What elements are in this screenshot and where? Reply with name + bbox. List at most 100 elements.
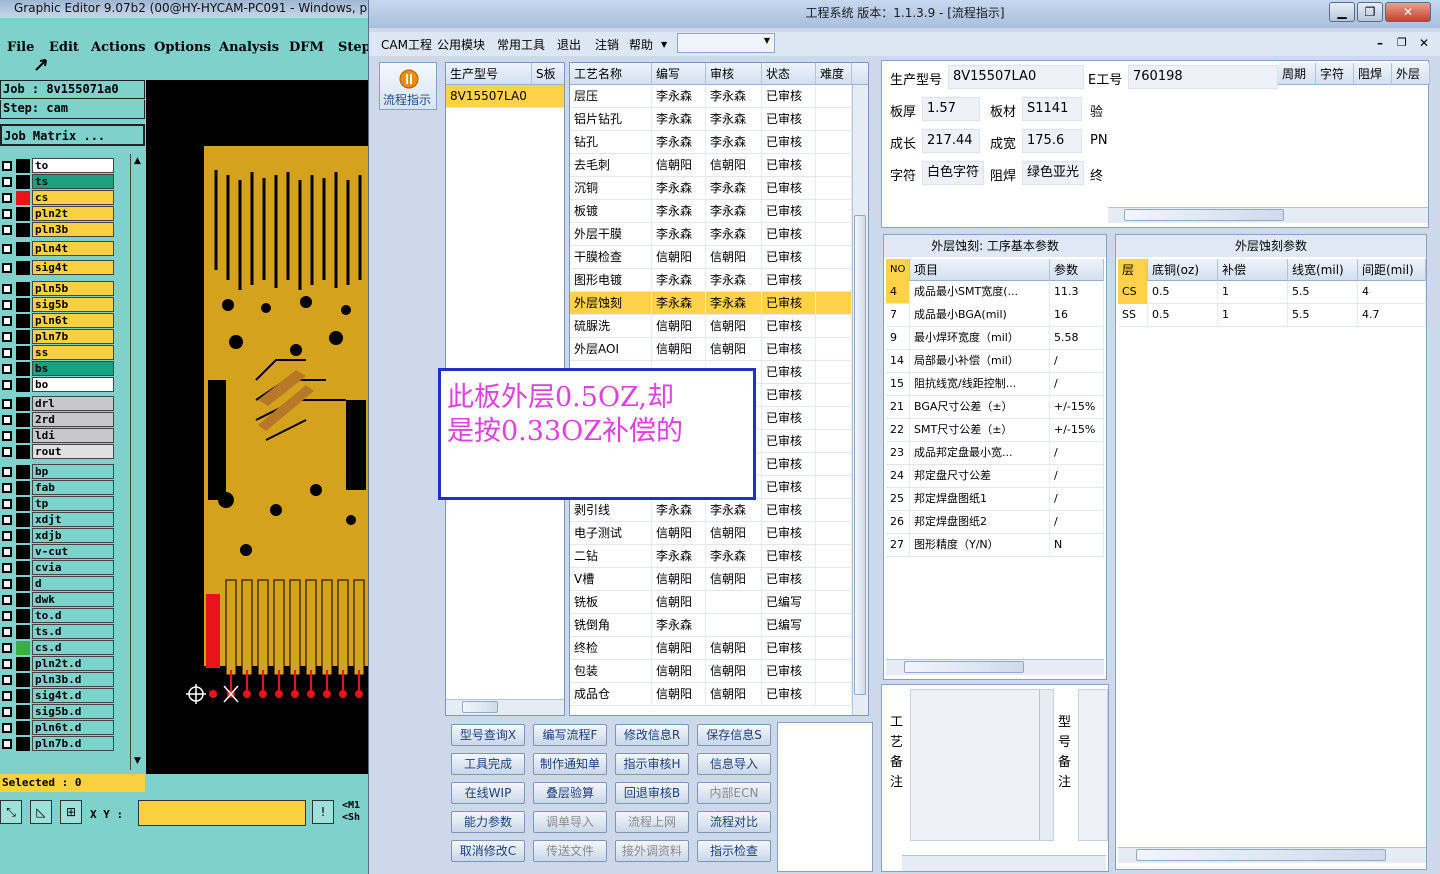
layer-color-swatch[interactable] xyxy=(16,609,30,623)
layer-name[interactable]: to xyxy=(32,158,114,173)
line-width-header[interactable]: 线宽(mil) xyxy=(1288,259,1358,281)
writer-header[interactable]: 编写 xyxy=(652,63,706,85)
layer-name[interactable]: dwk xyxy=(32,592,114,607)
table-row[interactable]: CS 0.5 1 5.5 4 xyxy=(1118,281,1426,304)
layer-row[interactable]: pln6t xyxy=(0,313,145,329)
layer-color-swatch[interactable] xyxy=(16,346,30,360)
table-row[interactable]: 板镀 李永森 李永森 已审核 xyxy=(570,200,852,223)
layer-color-swatch[interactable] xyxy=(16,513,30,527)
menu-tools[interactable]: 常用工具 xyxy=(497,36,545,53)
table-row[interactable]: 23 成品邦定盘最小宽... / xyxy=(886,442,1104,465)
layer-name[interactable]: fab xyxy=(32,480,114,495)
table-row[interactable]: 终检 信朝阳 信朝阳 已审核 xyxy=(570,637,852,660)
scroll-thumb[interactable] xyxy=(1124,209,1284,221)
table-row[interactable]: 去毛刺 信朝阳 信朝阳 已审核 xyxy=(570,154,852,177)
action-button[interactable]: 修改信息R xyxy=(615,724,689,746)
char-header[interactable]: 字符 xyxy=(1316,63,1354,85)
layer-row[interactable]: pln6t.d xyxy=(0,720,145,736)
scroll-thumb[interactable] xyxy=(904,661,1024,673)
menu-file[interactable]: File xyxy=(7,40,34,55)
layer-color-swatch[interactable] xyxy=(16,705,30,719)
layer-checkbox[interactable] xyxy=(2,627,12,637)
thickness-value[interactable]: 1.57 xyxy=(922,97,980,121)
action-button[interactable]: 指示检查 xyxy=(697,840,771,862)
no-header[interactable]: NO xyxy=(886,259,910,281)
layer-checkbox[interactable] xyxy=(2,659,12,669)
scroll-down-icon[interactable]: ▼ xyxy=(134,756,141,766)
mdi-minimize-icon[interactable]: – xyxy=(1377,36,1383,50)
action-button[interactable]: 传送文件 xyxy=(533,840,607,862)
scroll-thumb[interactable] xyxy=(1136,849,1386,861)
layer-row[interactable]: bs xyxy=(0,361,145,377)
layer-row[interactable]: to xyxy=(0,158,145,174)
layer-color-swatch[interactable] xyxy=(16,282,30,296)
layer-row[interactable]: ss xyxy=(0,345,145,361)
layer-checkbox[interactable] xyxy=(2,380,12,390)
layer-color-swatch[interactable] xyxy=(16,223,30,237)
layer-color-swatch[interactable] xyxy=(16,397,30,411)
layer-color-swatch[interactable] xyxy=(16,497,30,511)
layer-row[interactable]: ts.d xyxy=(0,624,145,640)
layer-row[interactable]: pln3b xyxy=(0,222,145,238)
table-row[interactable]: 7 成品最小BGA(mil) 16 xyxy=(886,304,1104,327)
table-row[interactable]: 铝片钻孔 李永森 李永森 已审核 xyxy=(570,108,852,131)
layer-row[interactable]: to.d xyxy=(0,608,145,624)
menu-combo[interactable]: ▼ xyxy=(677,33,775,53)
layer-name[interactable]: pln6t.d xyxy=(32,720,114,735)
layer-row[interactable]: tp xyxy=(0,496,145,512)
layer-checkbox[interactable] xyxy=(2,364,12,374)
layer-color-swatch[interactable] xyxy=(16,465,30,479)
layer-checkbox[interactable] xyxy=(2,707,12,717)
table-row[interactable]: 铣倒角 李永森 已编写 xyxy=(570,614,852,637)
minimize-icon[interactable]: ▁ xyxy=(1329,2,1355,22)
layer-checkbox[interactable] xyxy=(2,579,12,589)
layer-name[interactable]: drl xyxy=(32,396,114,411)
item-header[interactable]: 项目 xyxy=(910,259,1050,281)
layer-checkbox[interactable] xyxy=(2,225,12,235)
width-value[interactable]: 175.6 xyxy=(1022,129,1082,153)
table-row[interactable]: 外层蚀刻 李永森 李永森 已审核 xyxy=(570,292,852,315)
menu-logout[interactable]: 注销 xyxy=(595,36,619,53)
mdi-restore-icon[interactable]: ❐ xyxy=(1397,36,1407,49)
layer-color-swatch[interactable] xyxy=(16,545,30,559)
layer-color-swatch[interactable] xyxy=(16,207,30,221)
close-icon[interactable]: ✕ xyxy=(1385,2,1431,22)
info-hscroll[interactable] xyxy=(1108,207,1428,223)
action-button[interactable]: 保存信息S xyxy=(697,724,771,746)
layer-checkbox[interactable] xyxy=(2,332,12,342)
model-grid-hscroll[interactable] xyxy=(446,699,564,715)
action-button[interactable]: 叠层验算 xyxy=(533,782,607,804)
dropdown-arrow-icon[interactable]: ▼ xyxy=(661,40,667,49)
layer-checkbox[interactable] xyxy=(2,447,12,457)
layer-checkbox[interactable] xyxy=(2,161,12,171)
process-name-header[interactable]: 工艺名称 xyxy=(570,63,652,85)
action-button[interactable]: 制作通知单 xyxy=(533,753,607,775)
layer-checkbox[interactable] xyxy=(2,415,12,425)
layer-color-swatch[interactable] xyxy=(16,413,30,427)
layer-name[interactable]: sig4t.d xyxy=(32,688,114,703)
layer-row[interactable]: pln2t.d xyxy=(0,656,145,672)
layer-name[interactable]: pln3b.d xyxy=(32,672,114,687)
layer-checkbox[interactable] xyxy=(2,284,12,294)
table-row[interactable]: 外层AOI 信朝阳 信朝阳 已审核 xyxy=(570,338,852,361)
layer-color-swatch[interactable] xyxy=(16,561,30,575)
base-copper-header[interactable]: 底铜(oz) xyxy=(1148,259,1218,281)
table-row[interactable]: V槽 信朝阳 信朝阳 已审核 xyxy=(570,568,852,591)
layer-name[interactable]: pln3b xyxy=(32,222,114,237)
measure-tool-icon[interactable]: ◺ xyxy=(30,800,52,824)
maximize-icon[interactable]: ❐ xyxy=(1357,2,1383,22)
status-header[interactable]: 状态 xyxy=(762,63,816,85)
action-button[interactable]: 型号查询X xyxy=(451,724,525,746)
eng-value[interactable]: 760198 xyxy=(1128,65,1278,89)
layer-row[interactable]: xdjt xyxy=(0,512,145,528)
reviewer-header[interactable]: 审核 xyxy=(706,63,762,85)
layer-name[interactable]: xdjt xyxy=(32,512,114,527)
layer-name[interactable]: pln7b.d xyxy=(32,736,114,751)
cycle-header[interactable]: 周期 xyxy=(1278,63,1316,85)
graphic-canvas[interactable] xyxy=(146,80,372,774)
layer-checkbox[interactable] xyxy=(2,399,12,409)
layer-name[interactable]: pln2t.d xyxy=(32,656,114,671)
layer-checkbox[interactable] xyxy=(2,316,12,326)
layer-color-swatch[interactable] xyxy=(16,378,30,392)
layer-checkbox[interactable] xyxy=(2,739,12,749)
